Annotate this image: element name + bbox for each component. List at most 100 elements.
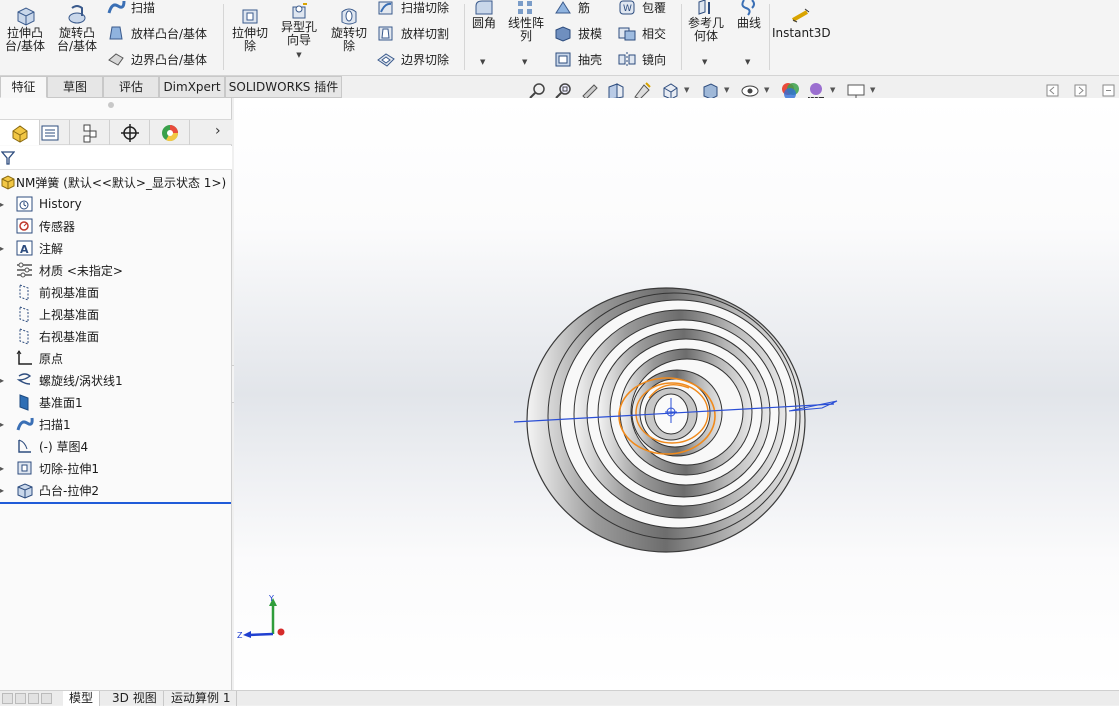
graphics-area[interactable]: Y Z	[234, 98, 1119, 690]
hole-wizard-icon	[292, 3, 307, 19]
instant3d-button[interactable]: Instant3D	[772, 6, 831, 40]
tab-features[interactable]: 特征	[0, 76, 47, 98]
panel-tabs-more-icon[interactable]: ›	[215, 123, 221, 139]
plane-icon	[19, 284, 29, 301]
tree-item-cut-extrude1[interactable]: ▸ 切除-拉伸1	[0, 457, 232, 479]
tree-root-part[interactable]: NM弹簧 (默认<<默认>_显示状态 1>)	[0, 171, 232, 193]
linear-pattern-dropdown-icon[interactable]: ▼	[522, 56, 527, 69]
lofted-cut-button[interactable]: 放样切割	[376, 22, 449, 44]
revolve-boss-button[interactable]: 旋转凸 台/基体	[54, 4, 100, 53]
panel-splitter-handle[interactable]	[108, 102, 114, 108]
swept-cut-button[interactable]: 扫描切除	[376, 0, 449, 18]
tree-filter-bar[interactable]	[0, 146, 232, 170]
tab-solidworks-addins[interactable]: SOLIDWORKS 插件	[225, 76, 342, 98]
curves-button[interactable]: 曲线 ▼	[732, 0, 766, 66]
tree-item-right-plane[interactable]: 右视基准面	[0, 325, 232, 347]
view-orientation-dropdown-icon[interactable]: ▼	[684, 86, 689, 94]
revolve-boss-label: 旋转凸 台/基体	[56, 26, 98, 53]
property-manager-tab-icon[interactable]	[30, 120, 70, 145]
expand-arrow-icon[interactable]: ▸	[0, 244, 8, 253]
tab-motion-study[interactable]: 运动算例 1	[165, 691, 238, 706]
reference-triad-icon[interactable]: Y Z	[236, 594, 296, 642]
extrude-cut-button[interactable]: 拉伸切 除	[228, 6, 272, 53]
fillet-icon	[475, 0, 493, 15]
expand-arrow-icon[interactable]: ▸	[0, 486, 8, 495]
extrude-cut-icon	[242, 9, 258, 24]
tree-item-helix[interactable]: ▸ 螺旋线/涡状线1	[0, 369, 232, 391]
tab-sketch[interactable]: 草图	[47, 76, 103, 98]
draft-button[interactable]: 拔模	[553, 22, 602, 44]
tree-item-plane1[interactable]: 基准面1	[0, 391, 232, 413]
revolve-cut-label: 旋转切 除	[330, 26, 367, 53]
revolve-cut-button[interactable]: 旋转切 除	[326, 6, 372, 53]
instant3d-label: Instant3D	[772, 26, 831, 40]
triad-z-label: Z	[237, 631, 243, 640]
tree-item-sensors[interactable]: 传感器	[0, 215, 232, 237]
rib-button[interactable]: 筋	[553, 0, 590, 18]
scroll-first-icon[interactable]	[2, 693, 13, 704]
wrap-button[interactable]: W 包覆	[617, 0, 666, 18]
scroll-last-icon[interactable]	[41, 693, 52, 704]
tree-item-boss-extrude2[interactable]: ▸ 凸台-拉伸2	[0, 479, 232, 501]
expand-arrow-icon[interactable]: ▸	[0, 420, 8, 429]
hide-show-dropdown-icon[interactable]: ▼	[764, 86, 769, 94]
tree-item-origin[interactable]: 原点	[0, 347, 232, 369]
model-viewport[interactable]	[234, 98, 1119, 690]
fillet-label: 圆角	[471, 16, 496, 30]
tab-3d-views[interactable]: 3D 视图	[106, 691, 164, 706]
hole-wizard-dropdown-icon[interactable]: ▼	[296, 51, 301, 59]
command-manager-ribbon: 拉伸凸 台/基体 旋转凸 台/基体 扫描 放样凸台/基体 边界凸台/基体 拉伸切…	[0, 0, 1119, 76]
ribbon-separator	[223, 4, 224, 70]
tab-evaluate[interactable]: 评估	[103, 76, 159, 98]
boundary-cut-button[interactable]: 边界切除	[376, 48, 449, 70]
curves-label: 曲线	[736, 16, 761, 30]
curves-dropdown-icon[interactable]: ▼	[745, 56, 750, 69]
tree-item-annotations[interactable]: ▸ A 注解	[0, 237, 232, 259]
rollback-bar[interactable]	[0, 502, 231, 504]
tree-item-front-plane[interactable]: 前视基准面	[0, 281, 232, 303]
tree-item-sketch4[interactable]: (-) 草图4	[0, 435, 232, 457]
tree-item-history[interactable]: ▸ History	[0, 193, 232, 215]
fillet-dropdown-icon[interactable]: ▼	[480, 56, 485, 69]
reference-geometry-dropdown-icon[interactable]: ▼	[702, 56, 707, 69]
helix-icon	[16, 373, 32, 385]
sweep-button[interactable]: 扫描	[106, 0, 155, 18]
history-icon	[16, 196, 33, 212]
draft-label: 拔模	[578, 26, 603, 41]
mirror-button[interactable]: 镜向	[617, 48, 666, 70]
loft-boss-button[interactable]: 放样凸台/基体	[106, 22, 207, 44]
tab-model[interactable]: 模型	[63, 691, 101, 706]
fillet-button[interactable]: 圆角 ▼	[467, 0, 501, 66]
sweep-label: 扫描	[131, 0, 156, 15]
reference-geometry-button[interactable]: 参考几 何体 ▼	[684, 0, 728, 66]
scroll-prev-icon[interactable]	[15, 693, 26, 704]
shell-button[interactable]: 抽壳	[553, 48, 602, 70]
expand-arrow-icon[interactable]: ▸	[0, 464, 8, 473]
tab-dimxpert[interactable]: DimXpert	[159, 76, 225, 98]
tree-item-sweep1[interactable]: ▸ 扫描1	[0, 413, 232, 435]
revolve-boss-icon	[68, 5, 86, 24]
hole-wizard-label: 异型孔 向导	[280, 20, 317, 47]
expand-arrow-icon[interactable]: ▸	[0, 376, 8, 385]
dimxpert-manager-tab-icon[interactable]	[110, 120, 150, 145]
spring-model[interactable]	[526, 287, 806, 553]
configuration-manager-tab-icon[interactable]	[70, 120, 110, 145]
curves-icon	[741, 0, 755, 16]
intersect-button[interactable]: 相交	[617, 22, 666, 44]
extrude-boss-button[interactable]: 拉伸凸 台/基体	[2, 4, 48, 53]
tree-item-material[interactable]: 材质 <未指定>	[0, 259, 232, 281]
scroll-next-icon[interactable]	[28, 693, 39, 704]
sketch-icon	[18, 439, 31, 453]
loft-boss-icon	[109, 26, 123, 40]
expand-arrow-icon[interactable]: ▸	[0, 200, 8, 209]
boundary-boss-button[interactable]: 边界凸台/基体	[106, 48, 207, 70]
display-style-dropdown-icon[interactable]: ▼	[724, 86, 729, 94]
view-settings-dropdown-icon[interactable]: ▼	[870, 86, 875, 94]
linear-pattern-button[interactable]: 线性阵 列 ▼	[505, 0, 547, 66]
tree-item-top-plane[interactable]: 上视基准面	[0, 303, 232, 325]
display-manager-tab-icon[interactable]	[150, 120, 190, 145]
apply-scene-dropdown-icon[interactable]: ▼	[830, 86, 835, 94]
hole-wizard-button[interactable]: 异型孔 向导 ▼	[276, 2, 322, 62]
filter-icon[interactable]	[1, 150, 15, 166]
ribbon-separator	[681, 4, 682, 70]
